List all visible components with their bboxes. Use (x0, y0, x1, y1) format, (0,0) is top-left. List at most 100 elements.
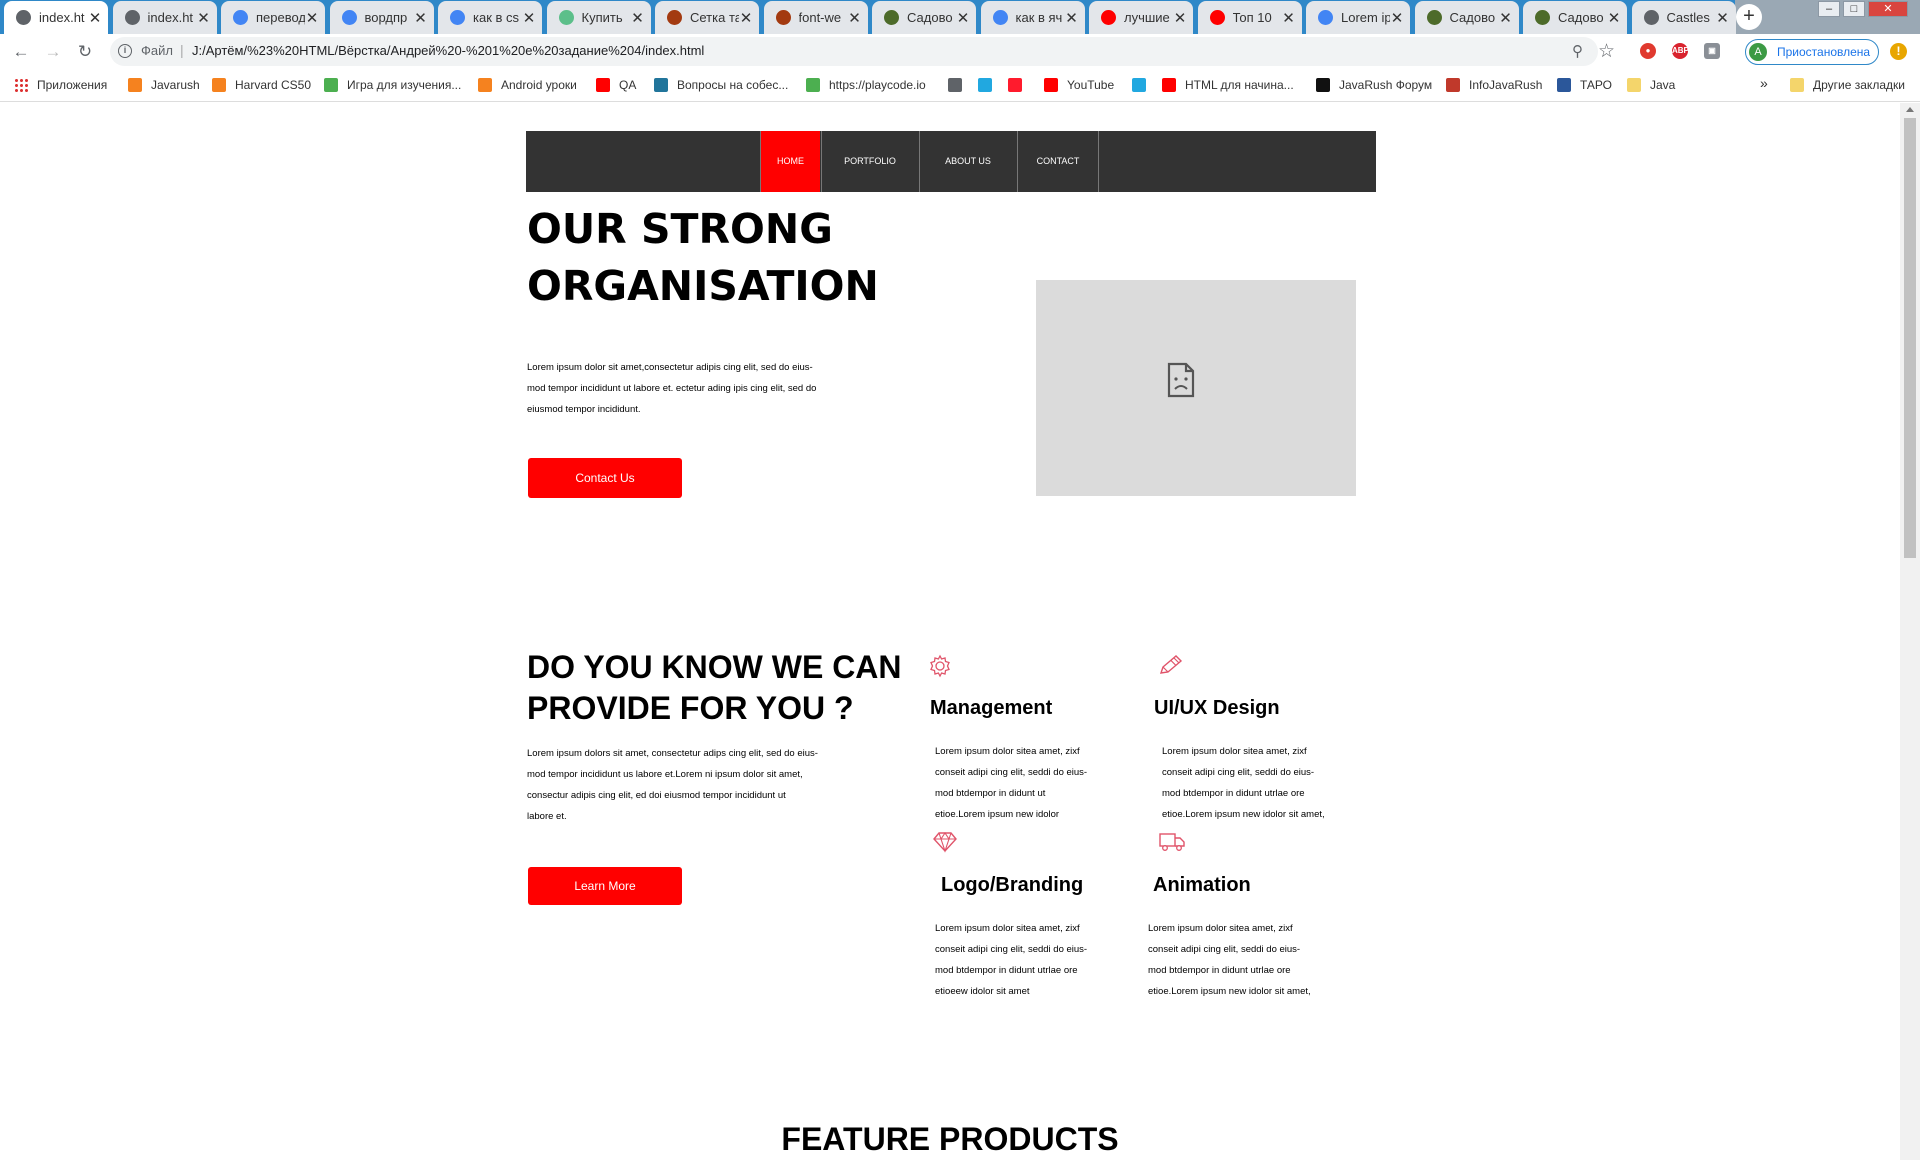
bookmark-item[interactable] (948, 78, 971, 92)
bookmark-star-icon[interactable]: ☆ (1598, 40, 1615, 63)
browser-tab[interactable]: Lorem ip ✕ (1306, 1, 1410, 34)
profile-button[interactable]: A Приостановлена (1745, 39, 1879, 65)
nav-item-home[interactable]: HOME (760, 131, 820, 192)
browser-tab[interactable]: перевод ✕ (221, 1, 325, 34)
bookmark-item[interactable]: Игра для изучения... (324, 78, 461, 92)
site-nav: HOME PORTFOLIO ABOUT US CONTACT (526, 131, 1376, 192)
feature-products-title: FEATURE PRODUCTS (781, 1121, 1119, 1157)
bookmark-item[interactable] (1132, 78, 1155, 92)
tab-close-icon[interactable]: ✕ (88, 9, 102, 27)
scroll-up-icon[interactable] (1906, 107, 1914, 112)
text-line: Lorem ipsum dolor sitea amet, zixf (935, 746, 1080, 757)
page-scrollbar[interactable] (1900, 103, 1920, 1160)
tab-close-icon[interactable]: ✕ (305, 9, 319, 27)
new-tab-button[interactable]: + (1736, 4, 1762, 30)
image-icon (1426, 10, 1442, 25)
tab-close-icon[interactable]: ✕ (522, 9, 536, 27)
tab-title: как в яч (1015, 10, 1063, 25)
tab-close-icon[interactable]: ✕ (631, 9, 645, 27)
tab-close-icon[interactable]: ✕ (1499, 9, 1513, 27)
browser-tab[interactable]: Castles ✕ (1631, 1, 1736, 34)
screenshot-extension-icon[interactable]: ▣ (1704, 43, 1720, 59)
bookmark-item[interactable]: ТАРО (1557, 78, 1612, 92)
tab-title: Топ 10 (1232, 10, 1272, 25)
browser-tab[interactable]: Садово ✕ (1414, 1, 1519, 34)
tab-close-icon[interactable]: ✕ (1390, 9, 1404, 27)
browser-tab[interactable]: как в яч ✕ (980, 1, 1085, 34)
back-icon[interactable]: ← (10, 41, 32, 63)
bookmark-item[interactable] (978, 78, 1001, 92)
opera-icon (1008, 78, 1022, 92)
bookmark-item[interactable]: https://playcode.io (806, 78, 926, 92)
tab-close-icon[interactable]: ✕ (1065, 9, 1079, 27)
nav-item-portfolio[interactable]: PORTFOLIO (821, 131, 918, 192)
text-line: Lorem ipsum dolor sitea amet, zixf (1162, 746, 1307, 757)
browser-tab[interactable]: вордпр ✕ (329, 1, 434, 34)
browser-tab[interactable]: index.ht ✕ (4, 1, 108, 34)
google-icon (233, 10, 248, 25)
tab-close-icon[interactable]: ✕ (1173, 9, 1187, 27)
address-separator: | (180, 42, 184, 58)
reload-icon[interactable]: ↻ (74, 41, 96, 63)
javarush-icon (128, 78, 142, 92)
tab-title: Садово (1449, 10, 1496, 25)
tab-close-icon[interactable]: ✕ (956, 9, 970, 27)
tab-close-icon[interactable]: ✕ (414, 9, 428, 27)
browser-tab[interactable]: Топ 10 ✕ (1197, 1, 1302, 34)
extension-icon[interactable]: ● (1640, 43, 1656, 59)
zoom-icon[interactable]: ⚲ (1572, 42, 1583, 60)
text-line: etioe.Lorem ipsum new idolor sit amet, (1162, 809, 1325, 820)
tab-close-icon[interactable]: ✕ (197, 9, 211, 27)
hero-title-line-1: OUR STRONG (527, 205, 833, 253)
google-icon (992, 10, 1008, 25)
update-alert-icon[interactable]: ! (1890, 43, 1907, 60)
bookmarks-overflow-button[interactable]: » (1760, 75, 1768, 91)
bookmark-item[interactable]: Приложения (14, 78, 107, 92)
maximize-button[interactable]: □ (1843, 1, 1865, 17)
forward-icon[interactable]: → (42, 41, 64, 63)
browser-tab[interactable]: Купить ✕ (546, 1, 651, 34)
browser-tab[interactable]: font-we ✕ (763, 1, 868, 34)
bookmark-item[interactable]: YouTube (1044, 78, 1114, 92)
text-line: Lorem ipsum dolor sitea amet, zixf (935, 923, 1080, 934)
nav-item-contact[interactable]: CONTACT (1017, 131, 1099, 192)
bookmark-item[interactable]: Вопросы на собес... (654, 78, 788, 92)
bookmark-item[interactable]: Javarush (128, 78, 200, 92)
bookmark-item[interactable]: QA (596, 78, 636, 92)
hero-image (1036, 280, 1356, 496)
youtube-icon (1044, 78, 1058, 92)
bookmark-item[interactable]: JavaRush Форум (1316, 78, 1432, 92)
url-text[interactable]: J:/Артём/%23%20HTML/Вёрстка/Андрей%20-%2… (192, 43, 704, 58)
bookmark-item[interactable]: Harvard CS50 (212, 78, 311, 92)
learn-more-button[interactable]: Learn More (528, 867, 682, 905)
tab-close-icon[interactable]: ✕ (848, 9, 862, 27)
other-bookmarks-folder[interactable]: Другие закладки (1790, 78, 1905, 92)
bookmark-label: Вопросы на собес... (677, 78, 789, 92)
browser-tab[interactable]: лучшие ✕ (1089, 1, 1193, 34)
nav-item-about-us[interactable]: ABOUT US (919, 131, 1016, 192)
browser-tab[interactable]: index.ht ✕ (112, 1, 217, 34)
bookmark-item[interactable]: HTML для начина... (1162, 78, 1294, 92)
browser-tab[interactable]: Садово ✕ (872, 1, 976, 34)
tab-close-icon[interactable]: ✕ (1607, 9, 1621, 27)
video-icon (1132, 78, 1146, 92)
bookmark-item[interactable] (1008, 78, 1031, 92)
close-window-button[interactable]: ✕ (1868, 1, 1908, 17)
tab-close-icon[interactable]: ✕ (739, 9, 753, 27)
tab-close-icon[interactable]: ✕ (1282, 9, 1296, 27)
tab-close-icon[interactable]: ✕ (1716, 9, 1730, 27)
bookmark-item[interactable]: Java (1627, 78, 1675, 92)
browser-tab[interactable]: Сетка та ✕ (655, 1, 759, 34)
scrollbar-thumb[interactable] (1904, 118, 1916, 558)
bookmark-item[interactable]: InfoJavaRush (1446, 78, 1542, 92)
bookmark-item[interactable]: Android уроки (478, 78, 577, 92)
minimize-button[interactable]: – (1818, 1, 1840, 17)
site-info-icon[interactable]: i (118, 44, 132, 58)
browser-tab[interactable]: Садово ✕ (1523, 1, 1627, 34)
contact-us-button[interactable]: Contact Us (528, 458, 682, 498)
image-icon (1535, 10, 1550, 25)
browser-tab[interactable]: как в cs ✕ (438, 1, 542, 34)
adblock-icon[interactable]: ABP (1672, 43, 1689, 59)
text-line: etioe.Lorem ipsum new idolor sit amet, (1148, 986, 1311, 997)
address-bar[interactable]: i Файл | J:/Артём/%23%20HTML/Вёрстка/Анд… (110, 37, 1598, 66)
